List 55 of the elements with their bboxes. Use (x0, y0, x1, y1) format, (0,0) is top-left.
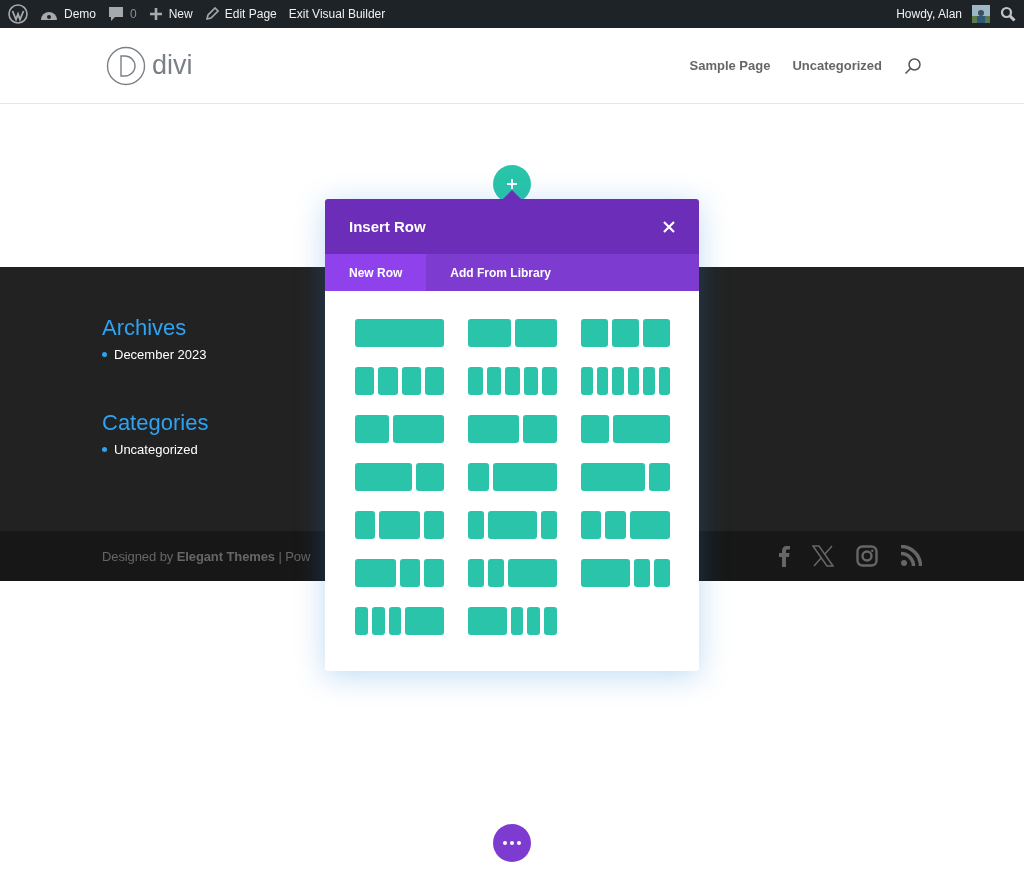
row-layout-option[interactable] (581, 415, 670, 443)
row-layout-option[interactable] (468, 511, 557, 539)
row-layout-option[interactable] (355, 415, 444, 443)
logo-icon[interactable] (106, 45, 146, 86)
row-layout-option[interactable] (355, 607, 444, 635)
dialog-title: Insert Row (349, 218, 426, 235)
dots-icon (503, 841, 521, 845)
row-layout-option[interactable] (355, 559, 444, 587)
row-layout-option[interactable] (355, 463, 444, 491)
row-layout-option[interactable] (581, 367, 670, 395)
speech-bubble-icon (108, 6, 124, 22)
tab[interactable]: Add From Library (426, 254, 576, 291)
facebook-icon[interactable] (778, 545, 790, 567)
row-layout-option[interactable] (468, 319, 557, 347)
exit-builder-link[interactable]: Exit Visual Builder (288, 7, 386, 21)
widget-link[interactable]: Uncategorized (114, 442, 198, 457)
row-layout-option[interactable] (581, 319, 670, 347)
row-layout-option[interactable] (581, 463, 670, 491)
edit-page-link[interactable]: Edit Page (204, 7, 277, 21)
close-icon (663, 220, 675, 233)
widget-title: Archives (102, 315, 187, 341)
instagram-icon[interactable] (856, 545, 878, 567)
nav-link[interactable]: Uncategorized (792, 58, 882, 73)
bullet-icon (102, 447, 107, 452)
row-layout-option[interactable] (468, 559, 557, 587)
rss-icon[interactable] (900, 545, 922, 567)
wordpress-logo-icon[interactable] (8, 4, 28, 24)
greeting-link[interactable]: Howdy, Alan (896, 7, 962, 21)
more-options-button[interactable] (493, 824, 531, 862)
row-layout-option[interactable] (468, 607, 557, 635)
search-icon[interactable] (904, 56, 922, 75)
row-layout-option[interactable] (355, 367, 444, 395)
plus-icon (148, 7, 163, 21)
row-layout-option[interactable] (581, 511, 670, 539)
widget-link[interactable]: December 2023 (114, 347, 207, 362)
comments-link[interactable]: 0 (108, 6, 137, 22)
tab[interactable]: New Row (325, 254, 427, 291)
avatar-icon[interactable] (972, 5, 990, 23)
x-logo-icon[interactable] (812, 545, 834, 567)
row-layout-option[interactable] (581, 559, 670, 587)
row-layout-option[interactable] (468, 415, 557, 443)
row-layout-option[interactable] (468, 463, 557, 491)
logo-text[interactable]: divi (152, 50, 193, 81)
nav-link[interactable]: Sample Page (689, 58, 771, 73)
site-link[interactable]: Demo (40, 7, 96, 21)
plus-icon (507, 179, 517, 189)
bullet-icon (102, 352, 107, 357)
search-icon[interactable] (1000, 6, 1016, 22)
row-layout-option[interactable] (468, 367, 557, 395)
close-button[interactable] (663, 220, 675, 233)
new-link[interactable]: New (148, 7, 193, 21)
pencil-icon (204, 7, 219, 21)
widget-title: Categories (102, 410, 209, 436)
row-layout-option[interactable] (355, 511, 444, 539)
footer-credit: Designed by Elegant Themes | Pow (102, 548, 311, 564)
